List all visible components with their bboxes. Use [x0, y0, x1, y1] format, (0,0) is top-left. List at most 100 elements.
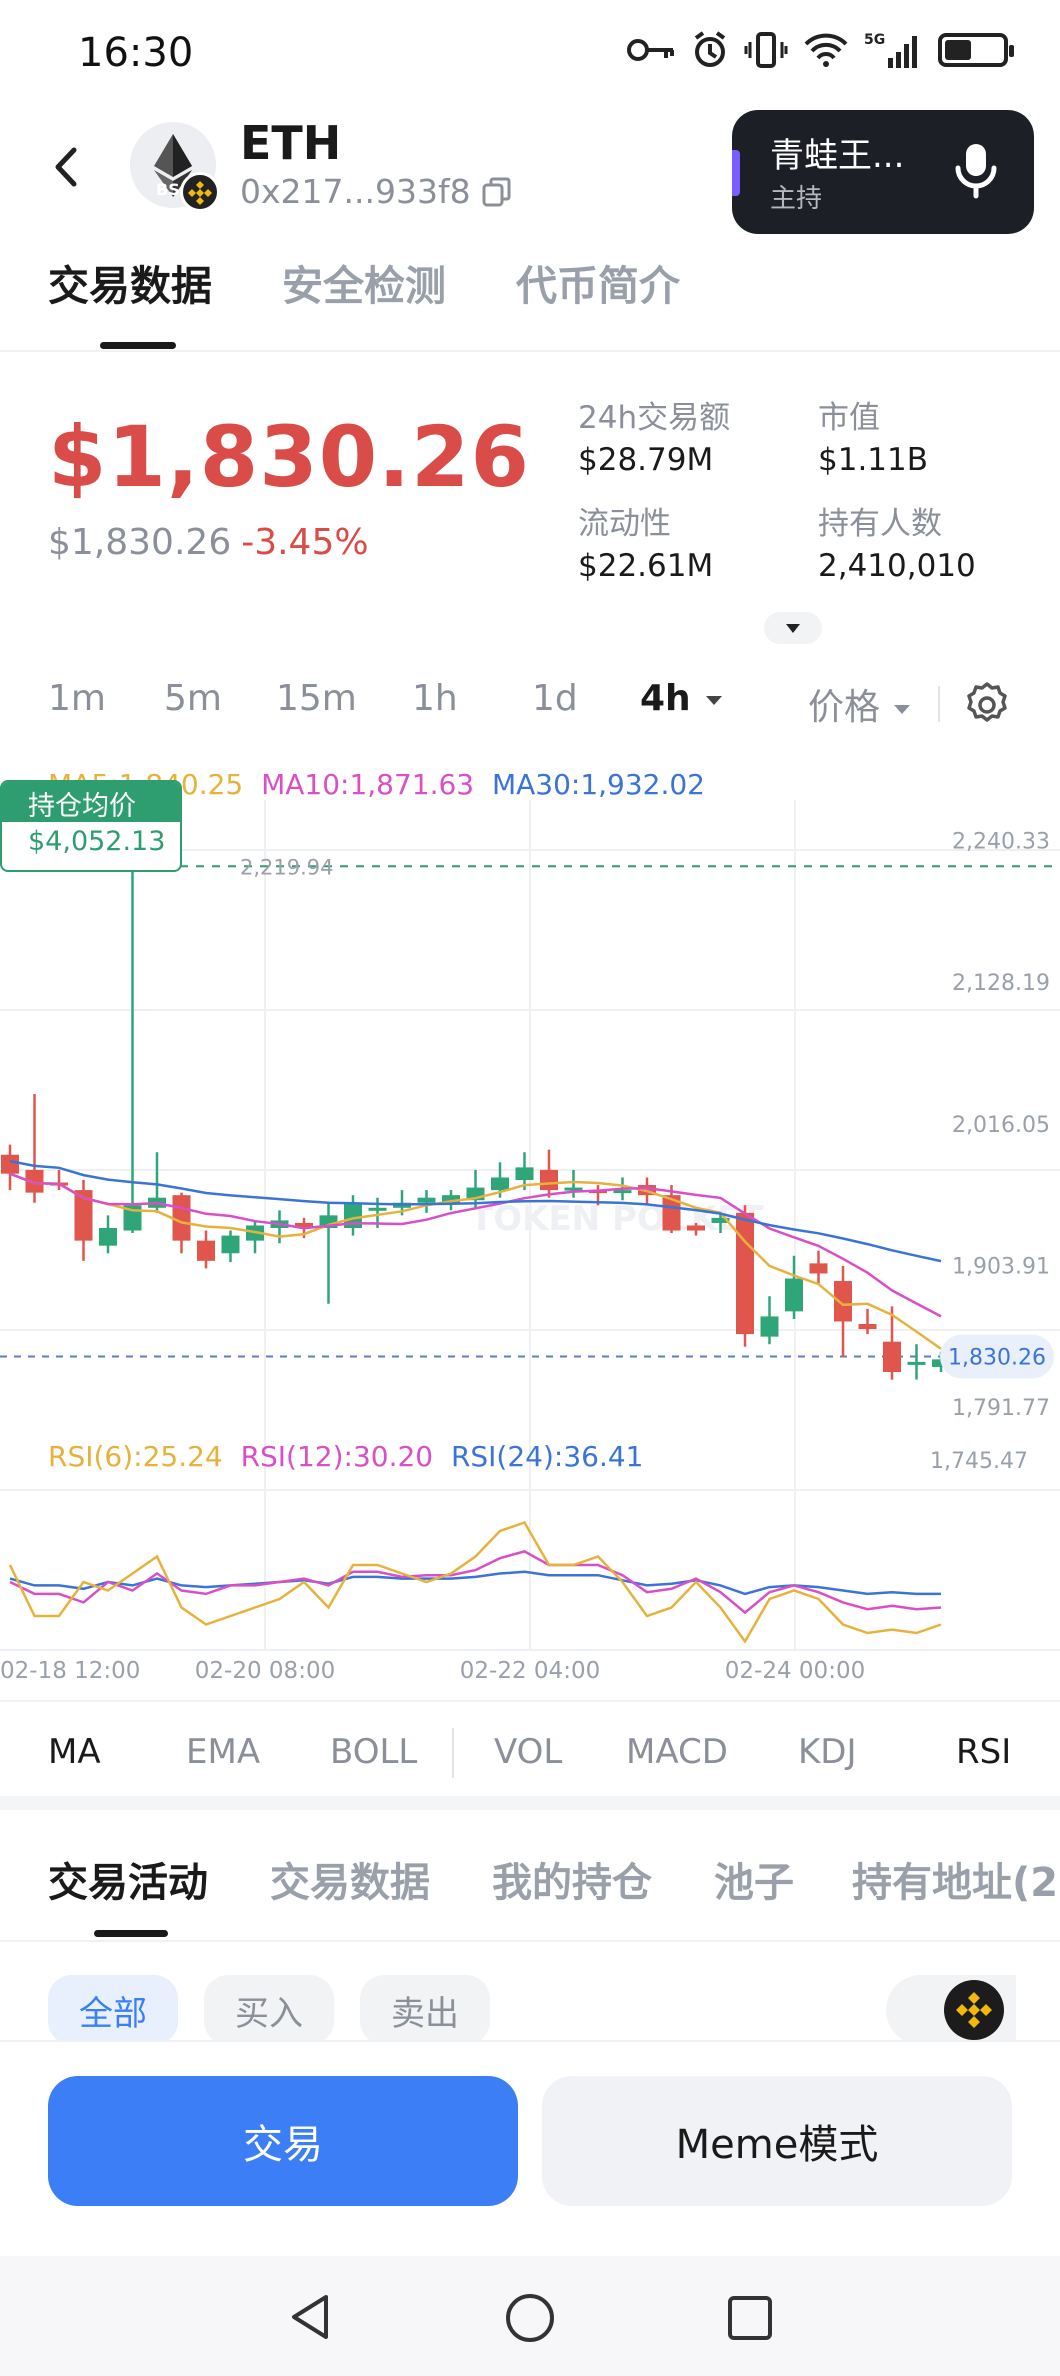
tab-my-holdings[interactable]: 我的持仓 [492, 1850, 652, 1908]
svg-text:5G: 5G [864, 32, 885, 48]
trade-button[interactable]: 交易 [48, 2076, 518, 2206]
candle-body [172, 1195, 191, 1241]
candle-body [736, 1212, 754, 1335]
back-arrow-icon[interactable] [46, 142, 86, 192]
price-sub-line: $1,830.26 -3.45% [48, 522, 369, 563]
alarm-icon [694, 31, 726, 67]
filter-buy[interactable]: 买入 [204, 1975, 334, 2045]
price-chart[interactable]: TOKEN POCKET 2,240.332,128.192,016.051,9… [0, 760, 1060, 1680]
y-axis-label: 2,016.05 [952, 1113, 1050, 1138]
candle-body [368, 1207, 387, 1211]
copy-icon[interactable] [481, 176, 513, 208]
y-axis-label: 2,128.19 [952, 971, 1050, 996]
price-change: -3.45% [241, 522, 369, 563]
indicator-ma[interactable]: MA [48, 1732, 101, 1772]
tab-indicator [94, 1930, 168, 1937]
microphone-icon[interactable] [952, 140, 1000, 200]
stat-volume-label: 24h交易额 [578, 400, 731, 436]
filter-sell[interactable]: 卖出 [360, 1975, 490, 2045]
divider [938, 686, 940, 722]
tab-security-check[interactable]: 安全检测 [282, 252, 446, 312]
candle-body [491, 1177, 509, 1191]
nav-home-icon[interactable] [504, 2292, 556, 2344]
candle-body [785, 1278, 803, 1312]
rsi-legend: RSI(6):25.24 RSI(12):30.20 RSI(24):36.41 [48, 1440, 644, 1473]
indicator-ema[interactable]: EMA [186, 1732, 260, 1772]
indicator-boll[interactable]: BOLL [330, 1732, 417, 1772]
meme-mode-button[interactable]: Meme模式 [542, 2076, 1012, 2206]
expand-stats-button[interactable] [764, 612, 822, 644]
candle-body [760, 1316, 779, 1337]
key-icon [627, 39, 674, 61]
x-axis-label: 02-22 04:00 [460, 1658, 600, 1680]
tab-pools[interactable]: 池子 [714, 1850, 794, 1908]
x-axis-label: 02-24 00:00 [725, 1658, 865, 1680]
current-price-label: 1,830.26 [948, 1346, 1046, 1371]
candle-body [809, 1263, 828, 1274]
candle-body [515, 1167, 534, 1180]
x-axis-label: 02-18 12:00 [0, 1658, 140, 1680]
price-mode-label: 价格 [808, 687, 881, 728]
candle-body [417, 1197, 436, 1203]
signal-5g-icon: 5G [864, 32, 917, 68]
settings-gear-icon[interactable] [962, 680, 1012, 730]
indicator-row: MA EMA BOLL VOL MACD KDJ RSI [0, 1700, 1060, 1802]
rsi24-value: RSI(24):36.41 [450, 1440, 644, 1473]
avatar-badge-text: BS [156, 180, 180, 199]
vibrate-icon [744, 32, 788, 68]
stat-liquidity-label: 流动性 [578, 506, 671, 542]
status-bar: 16:30 5G [0, 0, 1060, 110]
timeframe-5m[interactable]: 5m [164, 678, 222, 719]
timeframe-15m[interactable]: 15m [276, 678, 357, 719]
chain-filter-chip[interactable] [886, 1975, 1016, 2045]
system-navbar [0, 2256, 1060, 2376]
filter-all[interactable]: 全部 [48, 1975, 178, 2045]
timeframe-4h-label: 4h [640, 678, 691, 719]
candle-body [99, 1228, 117, 1246]
tab-holder-addresses[interactable]: 持有地址(2 [852, 1850, 1058, 1908]
tab-trade-data[interactable]: 交易数据 [48, 252, 212, 312]
y-axis-label: 1,791.77 [952, 1396, 1050, 1421]
indicator-rsi[interactable]: RSI [956, 1732, 1011, 1772]
timeframe-1m[interactable]: 1m [48, 678, 106, 719]
timeframe-row: 1m 5m 15m 1h 1d 4h 价格 [0, 670, 1060, 740]
stat-volume-value: $28.79M [578, 442, 714, 478]
token-address[interactable]: 0x217...933f8 [240, 172, 513, 211]
candle-body [613, 1190, 632, 1194]
avg-cost-marker: 持仓均价 $4,052.13 [0, 780, 182, 872]
tab-token-intro[interactable]: 代币简介 [516, 252, 680, 312]
token-header: BS ETH 0x217...933f8 青蛙王... 主持 [0, 110, 1060, 234]
live-room-pill[interactable]: 青蛙王... 主持 [732, 110, 1034, 234]
y-axis-label: 2,240.33 [952, 830, 1050, 855]
tab-trade-activity[interactable]: 交易活动 [48, 1850, 208, 1908]
timeframe-1h[interactable]: 1h [412, 678, 458, 719]
caret-down-icon [894, 705, 911, 714]
tab-trade-data-2[interactable]: 交易数据 [270, 1850, 430, 1908]
stat-holders-value: 2,410,010 [818, 548, 976, 584]
candle-body [907, 1361, 926, 1365]
wifi-icon [804, 33, 848, 67]
nav-back-icon[interactable] [286, 2292, 334, 2342]
tab-indicator [100, 342, 176, 349]
indicator-kdj[interactable]: KDJ [798, 1732, 857, 1772]
caret-down-icon [786, 624, 800, 633]
candle-body [834, 1281, 852, 1322]
ma30-value: MA30:1,932.02 [491, 768, 705, 801]
stat-liquidity-value: $22.61M [578, 548, 714, 584]
nav-recents-icon[interactable] [726, 2294, 774, 2342]
indicator-macd[interactable]: MACD [626, 1732, 728, 1772]
indicator-vol[interactable]: VOL [494, 1732, 562, 1772]
section-separator [0, 1796, 1060, 1810]
stat-marketcap-label: 市值 [818, 400, 880, 436]
live-room-role: 主持 [770, 184, 823, 214]
timeframe-4h[interactable]: 4h [640, 678, 725, 719]
candle-body [858, 1324, 877, 1330]
price-mode-selector[interactable]: 价格 [808, 678, 913, 730]
timeframe-1d[interactable]: 1d [532, 678, 578, 719]
status-time: 16:30 [78, 30, 194, 76]
bsc-chain-badge-icon [180, 172, 220, 212]
price-usd: $1,830.26 [48, 522, 232, 563]
divider [452, 1728, 454, 1778]
current-price: $1,830.26 [48, 408, 530, 506]
top-tabs: 交易数据 安全检测 代币简介 [0, 250, 1060, 352]
